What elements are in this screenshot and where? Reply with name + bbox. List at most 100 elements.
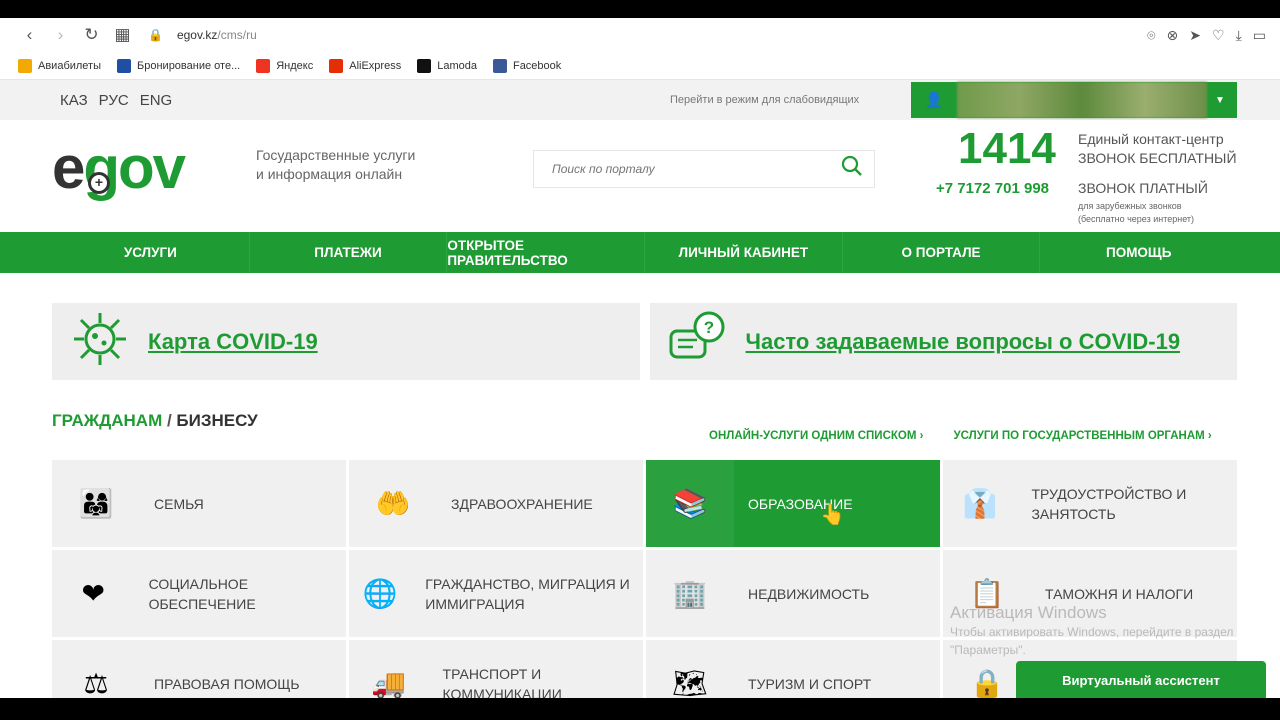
bookmark-item[interactable]: Facebook — [492, 58, 562, 73]
search-box — [533, 150, 875, 188]
category-tile[interactable]: 👔 Трудоустройство и занятость — [943, 460, 1237, 547]
yandex-icon — [256, 58, 271, 73]
low-vision-link[interactable]: Перейти в режим для слабовидящих — [670, 94, 859, 106]
battery-icon[interactable]: ▭ — [1253, 27, 1266, 44]
facebook-icon — [492, 58, 507, 73]
lamoda-icon — [417, 58, 432, 73]
faq-icon: ? — [650, 309, 746, 374]
block-icon[interactable]: ⊗ — [1167, 27, 1179, 44]
svg-text:?: ? — [703, 318, 713, 337]
search-icon[interactable] — [830, 155, 874, 183]
nav-help[interactable]: ПОМОЩЬ — [1039, 232, 1237, 273]
booking-icon — [117, 58, 132, 73]
egov-logo[interactable]: egov — [52, 136, 186, 200]
bookmark-item[interactable]: Lamoda — [417, 58, 477, 73]
bookmark-label: Lamoda — [437, 59, 477, 72]
bookmark-label: Facebook — [512, 59, 562, 72]
lock-icon[interactable]: 🔒 — [148, 28, 163, 42]
user-name-blurred — [957, 82, 1207, 118]
category-label: Социальное обеспечение — [148, 575, 256, 612]
bookmark-label: Авиабилеты — [38, 59, 102, 72]
bookmark-label: AliExpress — [349, 59, 402, 72]
tab-citizens[interactable]: ГРАЖДАНАМ — [52, 411, 162, 430]
virtual-assistant-button[interactable]: Виртуальный ассистент — [1016, 661, 1266, 698]
nav-services[interactable]: УСЛУГИ — [52, 232, 249, 273]
tagline: Государственные услуги и информация онла… — [256, 147, 416, 182]
lang-eng[interactable]: ENG — [140, 92, 173, 109]
nav-personal-account[interactable]: ЛИЧНЫЙ КАБИНЕТ — [644, 232, 842, 273]
category-tile[interactable]: 🤲 Здравоохранение — [349, 460, 643, 547]
browser-window: ‹ › ↻ ▦ 🔒 egov.kz/cms/ru ⌾ ⊗ ➤ ♡ ⤓ ▭ Ави… — [0, 18, 1280, 698]
covid-faq-card[interactable]: ? Часто задаваемые вопросы о COVID-19 — [649, 303, 1237, 380]
category-tile[interactable]: 🗺 Туризм и спорт — [646, 640, 940, 698]
scales-icon: ⚖ — [83, 668, 109, 698]
worker-icon: 👔 — [962, 488, 998, 519]
covid-banner: Карта COVID-19 ? Часто задаваемые вопрос… — [52, 303, 1237, 380]
category-tile[interactable]: 🏢 Недвижимость — [646, 550, 940, 637]
category-tile[interactable]: 👨‍👩‍👧 Семья — [52, 460, 346, 547]
hotline-description: Единый контакт-центр ЗВОНОК БЕСПЛАТНЫЙ — [1078, 131, 1237, 166]
online-services-list-link[interactable]: ОНЛАЙН-УСЛУГИ ОДНИМ СПИСКОМ › — [709, 430, 923, 442]
category-label: Таможня и налоги — [1045, 585, 1194, 602]
camera-icon[interactable]: ⌾ — [1147, 27, 1155, 44]
social-icon: ❤ — [81, 578, 106, 609]
nav-payments[interactable]: ПЛАТЕЖИ — [248, 232, 447, 273]
search-input[interactable] — [534, 162, 830, 176]
category-label: Туризм и спорт — [748, 675, 872, 692]
category-label: Семья — [154, 495, 204, 512]
category-label: Правовая помощь — [154, 675, 300, 692]
browser-toolbar: ‹ › ↻ ▦ 🔒 egov.kz/cms/ru ⌾ ⊗ ➤ ♡ ⤓ ▭ — [0, 18, 1280, 52]
bookmark-item[interactable]: Авиабилеты — [18, 58, 102, 73]
services-by-agency-link[interactable]: УСЛУГИ ПО ГОСУДАРСТВЕННЫМ ОРГАНАМ › — [953, 430, 1211, 442]
virus-icon — [52, 309, 148, 374]
category-tile[interactable]: ⚖ Правовая помощь — [52, 640, 346, 698]
lang-rus[interactable]: РУС — [99, 92, 129, 109]
covid-map-card[interactable]: Карта COVID-19 — [52, 303, 640, 380]
address-bar[interactable]: egov.kz/cms/ru — [177, 28, 257, 42]
category-label: Недвижимость — [748, 585, 870, 602]
bookmark-label: Яндекс — [276, 59, 314, 72]
covid-faq-link[interactable]: Часто задаваемые вопросы о COVID-19 — [746, 329, 1181, 355]
forward-icon[interactable]: › — [45, 25, 76, 45]
category-label: Транспорт и коммуникации — [442, 665, 562, 699]
category-tile[interactable]: 🚚 Транспорт и коммуникации — [349, 640, 643, 698]
chevron-down-icon[interactable]: ▼ — [1215, 95, 1225, 106]
covid-map-link[interactable]: Карта COVID-19 — [148, 329, 318, 355]
back-icon[interactable]: ‹ — [14, 25, 45, 45]
bookmark-item[interactable]: AliExpress — [329, 58, 402, 73]
tab-business[interactable]: БИЗНЕСУ — [176, 411, 257, 430]
hotline-number[interactable]: 1414 — [958, 126, 1056, 172]
windows-activation-watermark: Активация Windows Чтобы активировать Win… — [950, 603, 1234, 657]
apps-icon[interactable]: ▦ — [107, 25, 138, 45]
section-links: ОНЛАЙН-УСЛУГИ ОДНИМ СПИСКОМ › УСЛУГИ ПО … — [709, 430, 1212, 442]
bookmarks-bar: Авиабилеты Бронирование оте... Яндекс AliEx… — [0, 52, 1280, 80]
logo-plus-icon: + — [88, 172, 110, 194]
reload-icon[interactable]: ↻ — [76, 25, 107, 45]
category-label: Гражданство, миграция и иммиграция — [425, 575, 630, 612]
user-menu[interactable]: 👤 ▼ — [911, 82, 1237, 118]
paid-phone[interactable]: +7 7172 701 998 — [936, 180, 1049, 197]
bookmark-item[interactable]: Яндекс — [256, 58, 314, 73]
category-tile[interactable]: 📚 Образование — [646, 460, 940, 547]
building-icon: 🏢 — [672, 578, 708, 609]
paid-phone-note: для зарубежных звонков (бесплатно через … — [1078, 201, 1195, 224]
health-icon: 🤲 — [375, 488, 411, 519]
bookmark-label: Бронирование оте... — [137, 59, 241, 72]
lang-kaz[interactable]: КАЗ — [60, 92, 88, 109]
url-path: /cms/ru — [217, 28, 257, 42]
nav-open-government[interactable]: ОТКРЫТОЕ ПРАВИТЕЛЬСТВО — [446, 232, 644, 273]
nav-about[interactable]: О ПОРТАЛЕ — [841, 232, 1040, 273]
bookmark-item[interactable]: Бронирование оте... — [117, 58, 241, 73]
url-host: egov.kz — [176, 28, 218, 42]
heart-icon[interactable]: ♡ — [1212, 27, 1225, 44]
tourism-icon: 🗺 — [672, 668, 708, 698]
category-tile[interactable]: ❤ Социальное обеспечение — [52, 550, 346, 637]
download-icon[interactable]: ⤓ — [1236, 27, 1242, 44]
category-tile[interactable]: 🌐 Гражданство, миграция и иммиграция — [349, 550, 643, 637]
plane-icon — [18, 58, 32, 73]
paid-phone-description: ЗВОНОК ПЛАТНЫЙ — [1078, 180, 1208, 196]
mouse-cursor-icon: 👆 — [820, 504, 845, 526]
family-icon: 👨‍👩‍👧 — [78, 488, 114, 519]
main-navigation: УСЛУГИ ПЛАТЕЖИ ОТКРЫТОЕ ПРАВИТЕЛЬСТВО ЛИ… — [0, 232, 1280, 273]
send-icon[interactable]: ➤ — [1189, 27, 1201, 44]
